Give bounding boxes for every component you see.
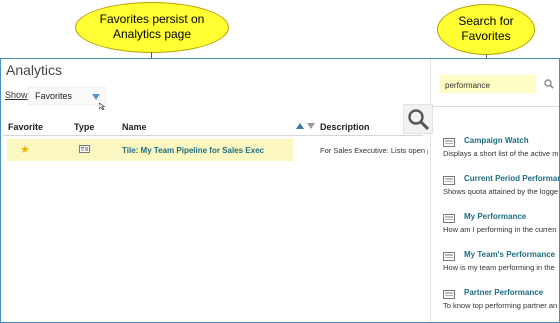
- search-result-item[interactable]: Campaign Watch Displays a short list of …: [443, 136, 560, 166]
- report-icon: [443, 214, 455, 223]
- search-input[interactable]: [440, 76, 536, 95]
- search-result-item[interactable]: My Team's Performance How is my team per…: [443, 250, 560, 280]
- report-icon: [443, 138, 455, 147]
- search-result-item[interactable]: My Performance How am I performing in th…: [443, 212, 560, 242]
- search-result-item[interactable]: Partner Performance To know top performi…: [443, 288, 560, 318]
- search-result-title[interactable]: Current Period Performance: [464, 174, 560, 183]
- column-header-favorite[interactable]: Favorite: [8, 122, 43, 132]
- search-result-title[interactable]: Campaign Watch: [464, 136, 529, 145]
- sort-asc-desc-icon[interactable]: [295, 121, 317, 131]
- callout-favorites-persist: Favorites persist on Analytics page: [75, 2, 229, 53]
- callout-search-favorites: Search for Favorites: [437, 4, 535, 55]
- table-header: Favorite Type Name Description: [3, 117, 423, 135]
- dashboard-tile-icon: [79, 145, 90, 153]
- callout-line: Favorites: [461, 29, 511, 43]
- show-filter-select[interactable]: Favorites: [28, 87, 106, 105]
- search-result-title[interactable]: Partner Performance: [464, 288, 543, 297]
- column-header-type[interactable]: Type: [74, 122, 94, 132]
- report-icon: [443, 176, 455, 185]
- search-icon: [408, 109, 430, 131]
- search-result-item[interactable]: Current Period Performance Shows quota a…: [443, 174, 560, 204]
- callout-line: Search for: [458, 14, 514, 28]
- show-filter-value: Favorites: [35, 91, 73, 101]
- search-result-description: Shows quota attained by the logge: [443, 187, 559, 196]
- callout-line: Analytics page: [112, 27, 192, 41]
- mouse-cursor-icon: [99, 103, 105, 110]
- report-icon: [443, 252, 455, 261]
- search-box[interactable]: [440, 75, 536, 95]
- search-result-description: How is my team performing in the: [443, 263, 555, 272]
- favorite-star-icon[interactable]: ★: [20, 145, 30, 156]
- search-result-description: How am I performing in the curren: [443, 225, 557, 234]
- table-header-divider: [3, 135, 423, 136]
- search-divider: [432, 106, 559, 107]
- callout-line: Favorites persist on: [99, 12, 205, 26]
- search-result-description: To know top performing partner an: [443, 301, 558, 310]
- search-toggle-button[interactable]: [403, 104, 433, 134]
- search-result-title[interactable]: My Team's Performance: [464, 250, 555, 259]
- row-name-link[interactable]: Tile: My Team Pipeline for Sales Exec: [122, 146, 264, 155]
- search-result-description: Displays a short list of the active m: [443, 149, 559, 158]
- page-title: Analytics: [6, 62, 63, 78]
- column-header-name[interactable]: Name: [122, 122, 147, 132]
- chevron-down-icon[interactable]: [92, 94, 100, 100]
- report-icon: [443, 290, 455, 299]
- show-label: Show: [5, 90, 28, 100]
- search-icon[interactable]: [544, 79, 554, 89]
- row-description: For Sales Executive: Lists open p: [320, 146, 428, 155]
- column-header-description[interactable]: Description: [320, 122, 370, 132]
- search-result-title[interactable]: My Performance: [464, 212, 526, 221]
